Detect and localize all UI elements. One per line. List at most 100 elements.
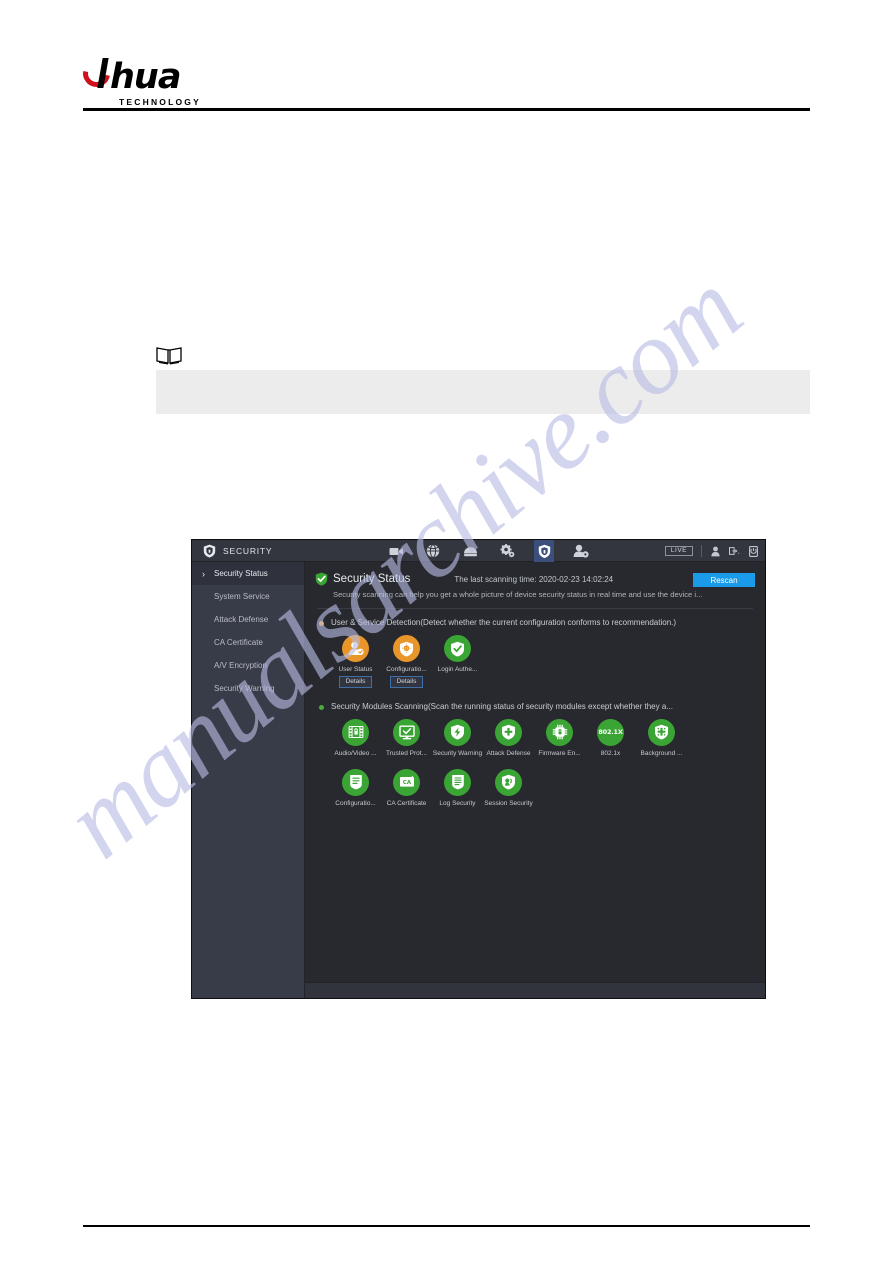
svg-text:CA: CA [402,780,411,786]
sidebar-item-label: Security Warning [214,684,275,693]
tile-configuration-security[interactable]: Configuratio... [330,768,381,807]
tile-audio-video-encryption[interactable]: Audio/Video ... [330,718,381,757]
logout-icon[interactable] [729,545,740,557]
section-security-modules-scanning: Security Modules Scanning(Scan the runni… [315,702,755,807]
user-account-icon[interactable] [710,545,721,557]
sidebar-item-system-service[interactable]: System Service [192,585,304,608]
details-button[interactable]: Details [389,676,424,688]
ui-right-group: LIVE [664,540,759,562]
tile-label: Trusted Prot... [386,749,427,757]
dahua-logo: hua TECHNOLOGY [77,54,201,107]
tile-ca-certificate[interactable]: CA CA Certificate [381,768,432,807]
tile-login-authentication[interactable]: Login Authe... Details [432,635,483,688]
status-description: Security scanning can help you get a who… [333,590,703,599]
trusted-protect-monitor-icon [393,718,420,746]
live-badge: LIVE [664,545,693,557]
sidebar-item-av-encryption[interactable]: A/V Encryption [192,654,304,677]
sidebar-item-label: CA Certificate [214,638,263,647]
ui-nav-icons [386,540,591,562]
tile-background[interactable]: Background ... [636,718,687,757]
tile-label: Audio/Video ... [334,749,377,757]
section-heading: User & Service Detection(Detect whether … [315,618,755,627]
device-ui-screenshot: SECURITY LIVE › Security Status System S… [191,539,766,999]
ca-certificate-icon: CA [393,768,420,796]
camera-icon[interactable] [386,540,406,562]
tile-label: Session Security [484,799,533,807]
tile-row: User Status Details Configuratio... Deta… [315,635,755,688]
login-auth-shield-icon [444,635,471,662]
tile-label: Login Authe... [437,666,478,673]
tile-row: Audio/Video ... Trusted Prot... Security… [315,718,755,757]
sidebar-item-label: Attack Defense [214,615,269,624]
tile-label: CA Certificate [386,799,427,807]
ieee-8021x-icon: 802.1X [597,718,624,746]
tile-label: Background ... [640,749,683,757]
note-box [156,370,810,414]
ui-brand: SECURITY [192,544,305,558]
rescan-button[interactable]: Rescan [693,573,755,587]
tile-configuration[interactable]: Configuratio... Details [381,635,432,688]
logo-wordmark: hua [110,57,181,97]
shield-check-icon [315,572,328,586]
status-header: Security Status The last scanning time: … [315,562,755,586]
tile-label: Firmware En... [538,749,581,757]
sidebar-item-label: System Service [214,592,270,601]
configuration-doc-icon [342,768,369,796]
tile-label: Log Security [439,799,476,807]
account-user-icon[interactable] [571,540,591,562]
section-heading-label: Security Modules Scanning(Scan the runni… [331,701,673,711]
ui-top-bar: SECURITY LIVE [192,540,765,562]
divider [701,545,702,557]
tile-label: Attack Defense [486,749,531,757]
ui-bottom-bar [305,982,765,998]
ui-content: Security Status The last scanning time: … [305,562,765,998]
security-shield-icon[interactable] [534,540,554,562]
system-gears-icon[interactable] [497,540,517,562]
storage-disk-icon[interactable] [460,540,480,562]
details-button[interactable]: Details [338,676,373,688]
tile-label: Configuratio... [335,799,376,807]
tile-label: Security Warning [432,749,483,757]
tile-label: 802.1x [600,749,621,757]
status-dot-icon [319,704,324,710]
sidebar-item-label: Security Status [214,569,268,578]
security-warning-shield-icon [444,718,471,746]
document-page: hua TECHNOLOGY SECURITY LIVE › Security … [0,0,893,1263]
shield-icon [203,544,216,558]
tile-trusted-protection[interactable]: Trusted Prot... [381,718,432,757]
tile-attack-defense[interactable]: Attack Defense [483,718,534,757]
shutdown-icon[interactable] [748,545,759,557]
tile-row: Configuratio... CA CA Certificate Log Se… [315,768,755,807]
tile-security-warning[interactable]: Security Warning [432,718,483,757]
book-note-icon [156,345,182,365]
log-security-icon [444,768,471,796]
ui-main: Security Status The last scanning time: … [305,562,765,982]
tile-log-security[interactable]: Log Security [432,768,483,807]
page-title: Security Status [333,573,411,585]
ui-brand-label: SECURITY [223,545,273,556]
ui-body: Security Status System Service Attack De… [192,562,765,998]
sidebar-item-attack-defense[interactable]: Attack Defense [192,608,304,631]
logo-tagline: TECHNOLOGY [119,97,201,107]
attack-defense-shield-icon [495,718,522,746]
tile-firmware-encryption[interactable]: Firmware En... [534,718,585,757]
divider [317,608,753,609]
sidebar-item-ca-certificate[interactable]: CA Certificate [192,631,304,654]
sidebar-item-security-status[interactable]: Security Status [192,562,304,585]
tile-user-status[interactable]: User Status Details [330,635,381,688]
section-user-service-detection: User & Service Detection(Detect whether … [315,618,755,688]
tile-802-1x[interactable]: 802.1X 802.1x [585,718,636,757]
sidebar-item-label: A/V Encryption [214,661,267,670]
sidebar-item-security-warning[interactable]: Security Warning [192,677,304,700]
network-globe-icon[interactable] [423,540,443,562]
tile-label: Configuratio... [386,666,427,673]
status-dot-icon [319,621,324,626]
document-header: hua TECHNOLOGY [0,0,893,112]
user-status-icon [342,635,369,662]
section-heading-label: User & Service Detection(Detect whether … [331,618,677,627]
firmware-chip-icon [546,718,573,746]
header-rule [83,108,810,111]
logo-a-mark [77,54,116,93]
last-scan-time: The last scanning time: 2020-02-23 14:02… [454,574,614,584]
tile-session-security[interactable]: Session Security [483,768,534,807]
